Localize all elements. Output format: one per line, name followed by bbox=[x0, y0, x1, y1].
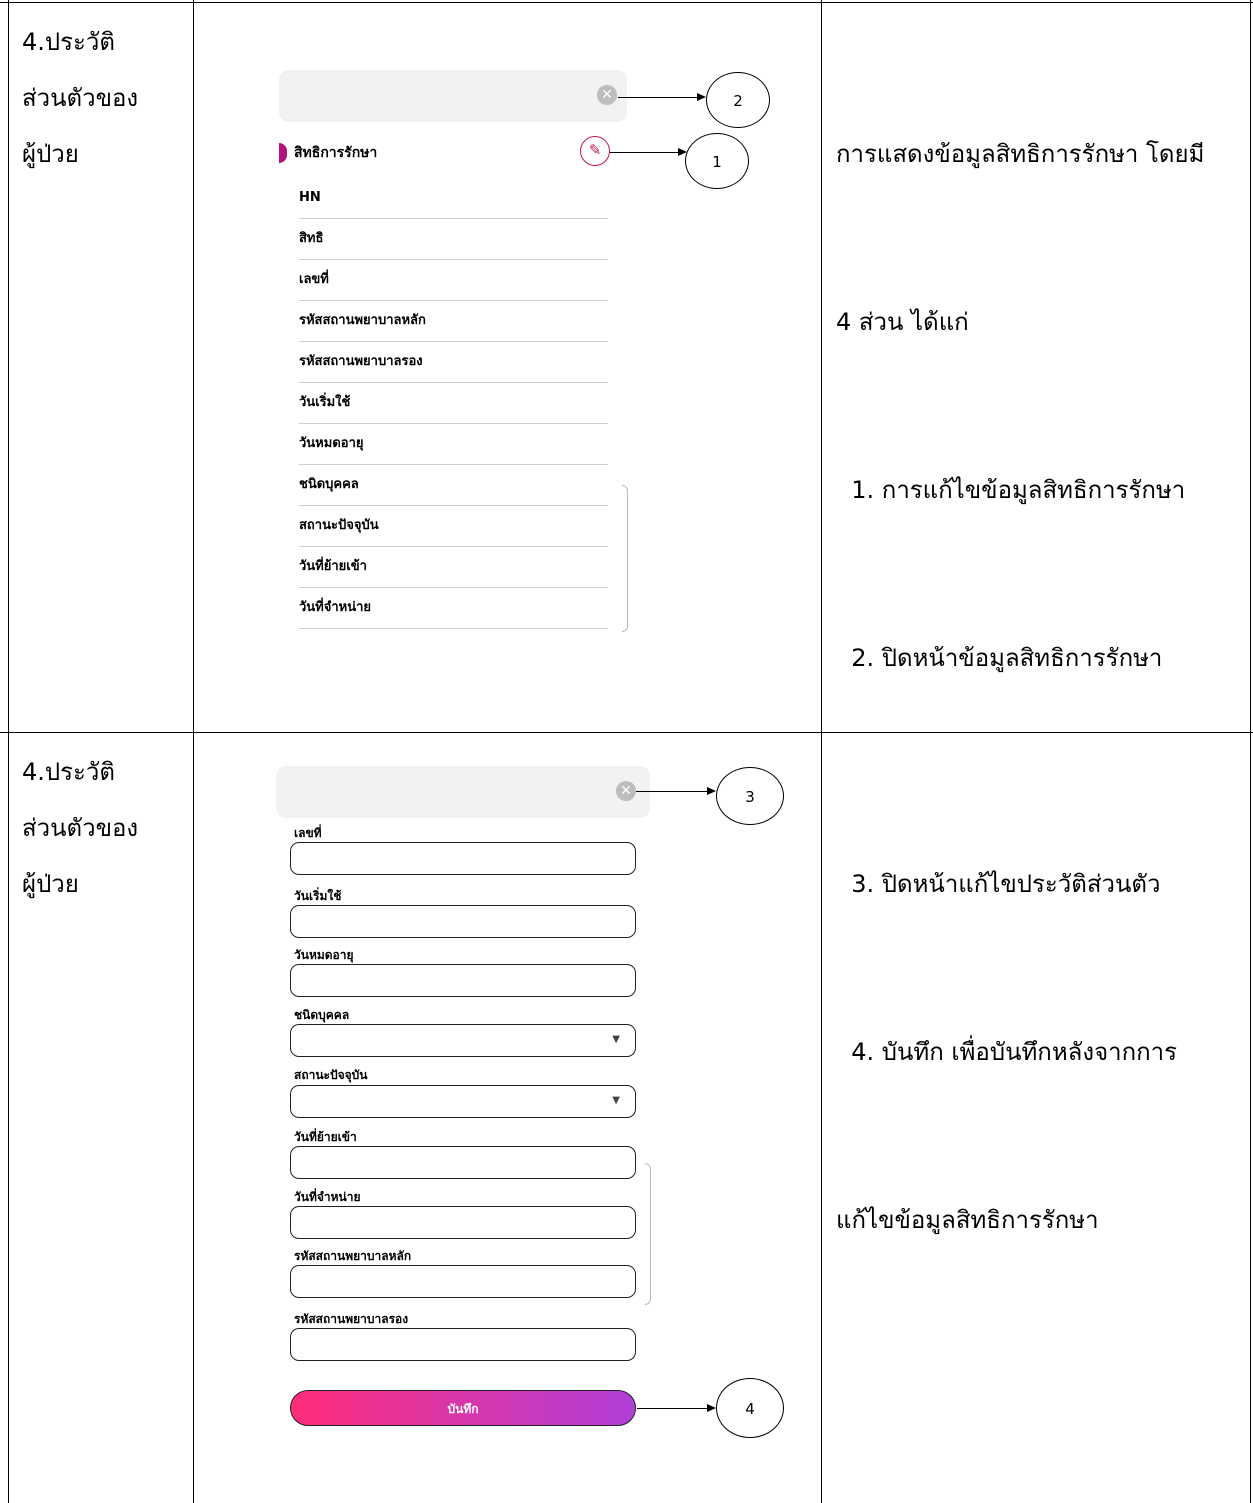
callout-2-line bbox=[618, 97, 700, 98]
row2-label-line: ส่วนตัวของ bbox=[22, 814, 139, 842]
field-label: สถานะปัจจุบัน bbox=[294, 1068, 368, 1082]
row1-label-line: ผู้ป่วย bbox=[22, 140, 79, 168]
pencil-icon[interactable]: ✎ bbox=[580, 136, 610, 166]
field-row: วันที่จำหน่าย bbox=[299, 588, 608, 629]
caret-down-icon: ▼ bbox=[612, 1034, 620, 1045]
close-circle-icon[interactable]: ✕ bbox=[597, 85, 617, 105]
row2-desc-line: 3. ปิดหน้าแก้ไขประวัติส่วนตัว bbox=[836, 870, 1161, 898]
row2-desc-line: 4. บันทึก เพื่อบันทึกหลังจากการ bbox=[836, 1038, 1178, 1066]
field-row: สถานะปัจจุบัน bbox=[299, 506, 608, 547]
row1-desc-line: 1. การแก้ไขข้อมูลสิทธิการรักษา bbox=[836, 476, 1186, 504]
callout-2-arrowhead bbox=[697, 93, 706, 101]
move-in-date-input[interactable] bbox=[290, 1146, 636, 1179]
callout-4-line bbox=[637, 1408, 711, 1409]
row1-description: การแสดงข้อมูลสิทธิการรักษา โดยมี 4 ส่วน … bbox=[836, 14, 1204, 742]
scrollbar[interactable] bbox=[622, 485, 628, 632]
close-circle-icon[interactable]: ✕ bbox=[616, 781, 636, 801]
field-row: วันที่ย้ายเข้า bbox=[299, 547, 608, 588]
row1-desc-line: 2. ปิดหน้าข้อมูลสิทธิการรักษา bbox=[836, 644, 1163, 672]
callout-1: 1 bbox=[685, 133, 749, 189]
row1-desc-line: การแสดงข้อมูลสิทธิการรักษา โดยมี bbox=[836, 140, 1205, 168]
field-row: ชนิดบุคคล bbox=[299, 465, 608, 506]
field-label: รหัสสถานพยาบาลรอง bbox=[294, 1312, 409, 1326]
table-border-right bbox=[1250, 0, 1251, 1503]
table-border-top bbox=[0, 2, 1253, 3]
field-label: เลขที่ bbox=[294, 826, 322, 840]
edit-panel-header bbox=[276, 766, 650, 818]
row1-desc-line: 4 ส่วน ได้แก่ bbox=[836, 308, 969, 336]
start-date-input[interactable] bbox=[290, 905, 636, 938]
field-row: เลขที่ bbox=[299, 260, 608, 301]
field-row: รหัสสถานพยาบาลรอง bbox=[299, 342, 608, 383]
field-label: รหัสสถานพยาบาลหลัก bbox=[294, 1249, 412, 1263]
row2-description: 3. ปิดหน้าแก้ไขประวัติส่วนตัว 4. บันทึก … bbox=[836, 744, 1177, 1304]
row1-label-line: 4.ประวัติ bbox=[22, 28, 115, 56]
person-type-select[interactable]: ▼ bbox=[290, 1024, 636, 1057]
table-divider-1 bbox=[193, 0, 194, 1503]
table-divider-2 bbox=[821, 0, 822, 1503]
discharge-date-input[interactable] bbox=[290, 1206, 636, 1239]
view-panel-header bbox=[279, 70, 627, 122]
callout-3-line bbox=[636, 791, 711, 792]
field-label: ชนิดบุคคล bbox=[294, 1008, 350, 1022]
field-label: วันหมดอายุ bbox=[294, 948, 354, 962]
callout-1-line bbox=[610, 152, 682, 153]
save-button[interactable]: บันทึก bbox=[290, 1390, 636, 1426]
field-label: วันเริ่มใช้ bbox=[294, 889, 342, 903]
field-label: วันที่ย้ายเข้า bbox=[294, 1130, 357, 1144]
table-border-left bbox=[8, 0, 9, 1503]
field-row: สิทธิ bbox=[299, 219, 608, 260]
main-hospital-code-input[interactable] bbox=[290, 1265, 636, 1298]
section-indicator bbox=[279, 143, 287, 163]
secondary-hospital-code-input[interactable] bbox=[290, 1328, 636, 1361]
field-label: วันที่จำหน่าย bbox=[294, 1190, 361, 1204]
row2-label-line: 4.ประวัติ bbox=[22, 758, 115, 786]
section-title: สิทธิการรักษา bbox=[294, 145, 378, 161]
row2-label-line: ผู้ป่วย bbox=[22, 870, 79, 898]
callout-2: 2 bbox=[706, 72, 770, 128]
status-select[interactable]: ▼ bbox=[290, 1085, 636, 1118]
field-row: วันเริ่มใช้ bbox=[299, 383, 608, 424]
row2-desc-line: แก้ไขข้อมูลสิทธิการรักษา bbox=[836, 1206, 1099, 1234]
field-row: HN bbox=[299, 178, 608, 219]
row1-label-line: ส่วนตัวของ bbox=[22, 84, 139, 112]
scrollbar[interactable] bbox=[645, 1163, 651, 1305]
callout-3: 3 bbox=[716, 767, 784, 825]
callout-4: 4 bbox=[716, 1378, 784, 1438]
row2-label: 4.ประวัติ ส่วนตัวของ ผู้ป่วย bbox=[22, 744, 138, 912]
field-row: วันหมดอายุ bbox=[299, 424, 608, 465]
caret-down-icon: ▼ bbox=[612, 1095, 620, 1106]
callout-3-arrowhead bbox=[707, 787, 716, 795]
expiry-date-input[interactable] bbox=[290, 964, 636, 997]
row1-label: 4.ประวัติ ส่วนตัวของ ผู้ป่วย bbox=[22, 14, 138, 182]
callout-4-arrowhead bbox=[707, 1404, 716, 1412]
number-input[interactable] bbox=[290, 842, 636, 875]
field-row: รหัสสถานพยาบาลหลัก bbox=[299, 301, 608, 342]
